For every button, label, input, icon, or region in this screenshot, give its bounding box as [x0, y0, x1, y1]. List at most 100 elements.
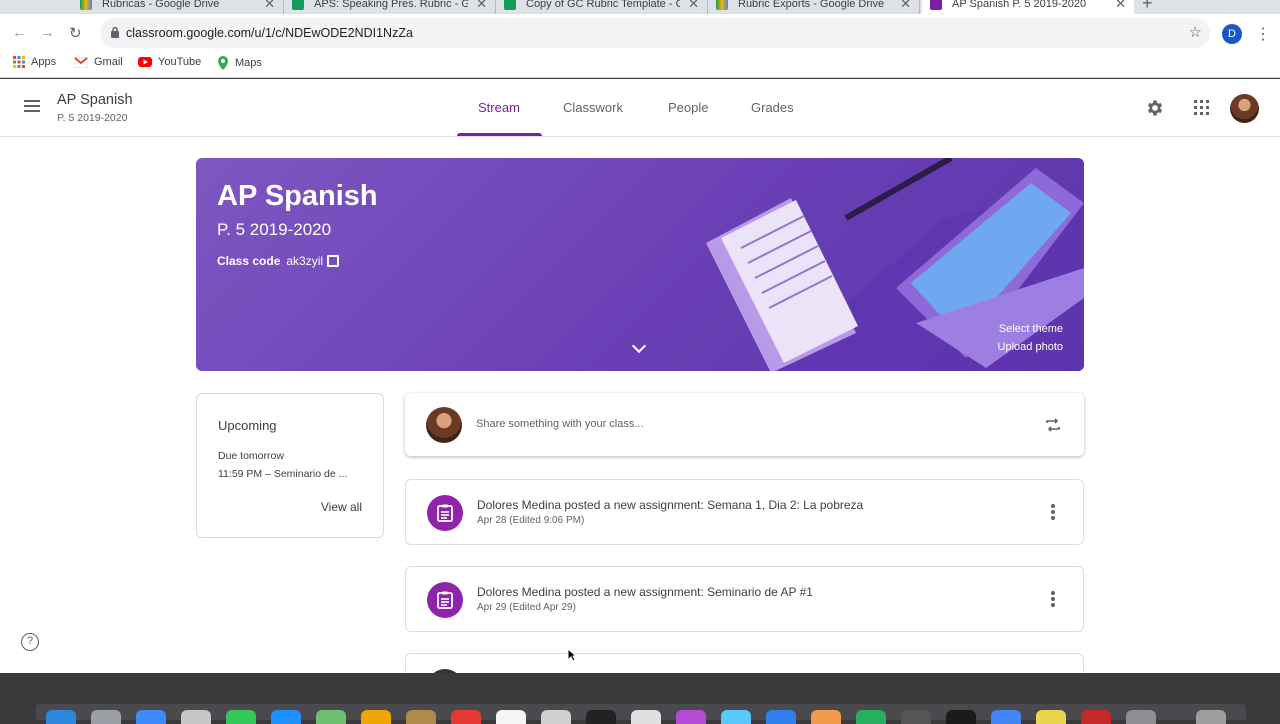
pages-icon[interactable]	[811, 710, 841, 724]
calendar-icon[interactable]	[451, 710, 481, 724]
class-code-value: ak3zyil	[286, 254, 324, 268]
music-icon[interactable]	[586, 710, 616, 724]
user-avatar	[426, 407, 462, 443]
browser-tab-rubric-exports[interactable]: Rubric Exports - Google Drive ✕	[708, 0, 920, 14]
post-title: Dolores Medina posted a new assignment: …	[477, 585, 813, 599]
close-icon[interactable]: ✕	[900, 0, 911, 12]
class-section: P. 5 2019-2020	[57, 112, 128, 124]
launchpad-icon[interactable]	[91, 710, 121, 724]
profile-avatar[interactable]: D	[1222, 24, 1242, 44]
close-icon[interactable]: ✕	[476, 0, 487, 12]
post-title: Dolores Medina posted a new assignment: …	[477, 498, 864, 512]
back-icon[interactable]: ←	[12, 24, 27, 41]
forward-icon[interactable]: →	[40, 24, 55, 41]
system-preferences-icon[interactable]	[901, 710, 931, 724]
more-options-icon[interactable]	[1051, 504, 1055, 520]
reminders-icon[interactable]	[496, 710, 526, 724]
messages-icon[interactable]	[226, 710, 256, 724]
bookmark-youtube[interactable]: YouTube	[138, 56, 201, 68]
close-icon[interactable]: ✕	[1115, 0, 1126, 12]
assignment-icon	[427, 582, 463, 618]
stream-post[interactable]: Dolores Medina posted a new assignment: …	[405, 479, 1084, 545]
bookmark-gmail[interactable]: Gmail	[74, 56, 123, 68]
upload-photo-link[interactable]: Upload photo	[998, 341, 1063, 353]
select-theme-link[interactable]: Select theme	[999, 323, 1063, 335]
browser-tab-ap-spanish[interactable]: AP Spanish P. 5 2019-2020 ✕	[922, 0, 1134, 14]
browser-tab-rubricas[interactable]: Rubricas - Google Drive ✕	[72, 0, 284, 14]
classroom-page: AP Spanish P. 5 2019-2020 Stream Classwo…	[0, 79, 1280, 673]
main-menu-icon[interactable]	[24, 100, 40, 112]
class-code: Class code ak3zyil	[217, 254, 340, 268]
class-name[interactable]: AP Spanish	[57, 92, 133, 108]
mouse-cursor	[567, 648, 577, 662]
gear-icon[interactable]	[1145, 98, 1165, 118]
textedit-icon[interactable]	[541, 710, 571, 724]
drive-icon	[716, 0, 728, 10]
close-icon[interactable]: ✕	[688, 0, 699, 12]
preview-icon[interactable]	[631, 710, 661, 724]
upcoming-due-label: Due tomorrow	[218, 450, 284, 462]
stream-post[interactable]: Dolores Medina posted a new assignment: …	[405, 566, 1084, 632]
upcoming-item[interactable]: 11:59 PM – Seminario de ...	[218, 468, 368, 480]
close-icon[interactable]: ✕	[264, 0, 275, 12]
mac-dock	[36, 704, 1246, 724]
terminal-icon[interactable]	[946, 710, 976, 724]
classroom-icon	[930, 0, 942, 10]
sheets-icon	[504, 0, 516, 10]
photos-icon[interactable]	[361, 710, 391, 724]
fullscreen-icon[interactable]	[327, 255, 340, 267]
stream-post[interactable]	[405, 653, 1084, 673]
url-text: classroom.google.com/u/1/c/NDEwODE2NDI1N…	[126, 26, 413, 40]
chevron-down-icon[interactable]	[631, 338, 647, 354]
tab-grades[interactable]: Grades	[751, 100, 794, 115]
apps-grid-icon	[13, 56, 25, 68]
safari-icon[interactable]	[136, 710, 166, 724]
browser-tab-rubric-template[interactable]: Copy of GC Rubric Template - G ✕	[496, 0, 708, 14]
bookmark-apps[interactable]: Apps	[13, 56, 56, 68]
drive-icon	[80, 0, 92, 10]
youtube-icon	[138, 57, 152, 67]
maps-icon	[218, 56, 228, 70]
repost-icon[interactable]	[1044, 416, 1062, 434]
folder-icon[interactable]	[1036, 710, 1066, 724]
more-options-icon[interactable]	[1051, 591, 1055, 607]
trash-icon[interactable]	[1196, 710, 1226, 724]
app-icon[interactable]	[1081, 710, 1111, 724]
assignment-icon	[427, 495, 463, 531]
bookmark-star-icon[interactable]: ☆	[1189, 23, 1202, 41]
podcasts-icon[interactable]	[676, 710, 706, 724]
app-store-icon[interactable]	[766, 710, 796, 724]
class-banner: AP Spanish P. 5 2019-2020 Class code ak3z…	[196, 158, 1084, 371]
tab-stream[interactable]: Stream	[478, 100, 520, 115]
maps-app-icon[interactable]	[316, 710, 346, 724]
share-placeholder[interactable]: Share something with your class...	[476, 418, 644, 430]
lock-icon	[111, 26, 119, 38]
finder-icon[interactable]	[46, 710, 76, 724]
chrome-menu-icon[interactable]: ⋮	[1255, 24, 1271, 44]
numbers-icon[interactable]	[856, 710, 886, 724]
user-avatar	[427, 669, 463, 673]
browser-tab-speaking-rubric[interactable]: APS: Speaking Pres. Rubric - G ✕	[284, 0, 496, 14]
chrome-icon[interactable]	[991, 710, 1021, 724]
mail-icon[interactable]	[271, 710, 301, 724]
upcoming-title: Upcoming	[218, 418, 277, 433]
google-apps-icon[interactable]	[1194, 100, 1209, 115]
bookmark-maps[interactable]: Maps	[217, 56, 262, 70]
share-box[interactable]: Share something with your class...	[405, 393, 1084, 456]
contacts-icon[interactable]	[181, 710, 211, 724]
app-bar: AP Spanish P. 5 2019-2020 Stream Classwo…	[0, 79, 1280, 137]
view-all-link[interactable]: View all	[321, 500, 362, 514]
notes-icon[interactable]	[406, 710, 436, 724]
tab-people[interactable]: People	[668, 100, 708, 115]
browser-toolbar: ← → ↻ classroom.google.com/u/1/c/NDEwODE…	[0, 14, 1280, 52]
help-icon[interactable]: ?	[21, 633, 39, 651]
banner-title: AP Spanish	[217, 180, 378, 212]
address-bar[interactable]: classroom.google.com/u/1/c/NDEwODE2NDI1N…	[100, 18, 1210, 48]
screen: Rubricas - Google Drive ✕ APS: Speaking …	[0, 0, 1280, 724]
tab-classwork[interactable]: Classwork	[563, 100, 623, 115]
new-tab-button[interactable]: +	[1142, 0, 1153, 14]
downloads-icon[interactable]	[1126, 710, 1156, 724]
facetime-icon[interactable]	[721, 710, 751, 724]
account-avatar[interactable]	[1230, 94, 1259, 123]
reload-icon[interactable]: ↻	[69, 24, 82, 42]
